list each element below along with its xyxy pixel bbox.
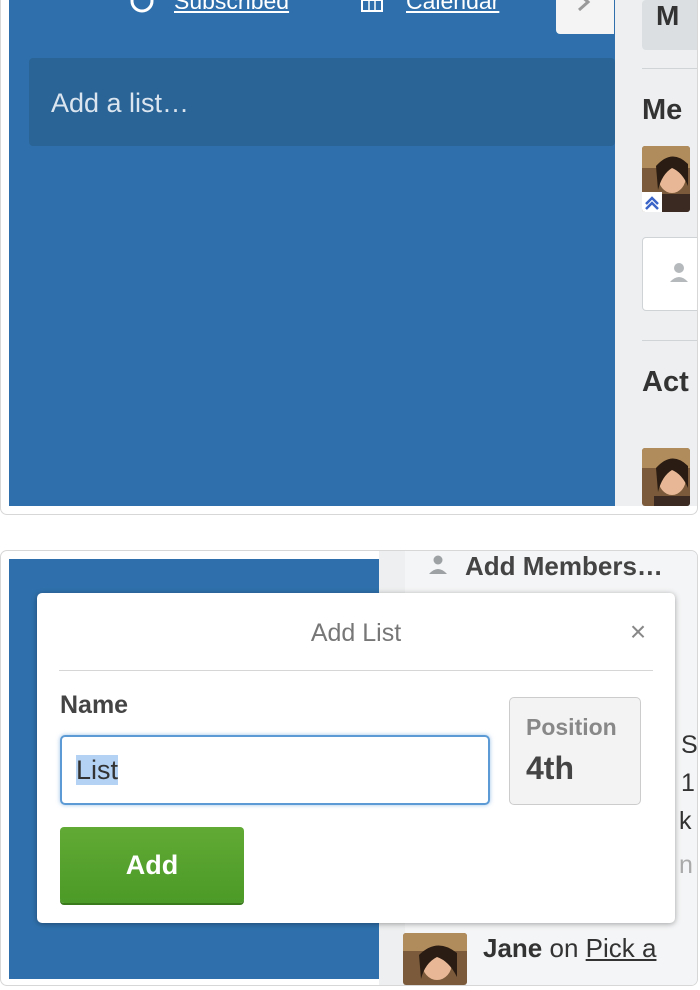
sidebar-peek-text: n (679, 851, 693, 879)
position-label: Position (526, 714, 617, 740)
activity-heading: Act (642, 366, 689, 398)
add-list-button[interactable]: Add (60, 827, 244, 903)
avatar-photo (642, 146, 690, 212)
avatar-photo (642, 448, 690, 506)
members-heading: Me (642, 94, 683, 126)
activity-card-link[interactable]: Pick a (586, 933, 657, 963)
chevron-right-icon[interactable] (576, 0, 592, 14)
board-screenshot-top: Subscribed Calendar Add a list… M Me Act (0, 0, 698, 515)
subscribed-link[interactable]: Subscribed (174, 0, 289, 15)
activity-avatar[interactable] (642, 448, 690, 506)
board-canvas: Subscribed Calendar Add a list… (9, 0, 615, 506)
divider (642, 68, 697, 69)
board-screenshot-bottom: Add Members… S 1 k n Jane on Pick a Add … (0, 550, 698, 986)
activity-avatar[interactable] (403, 933, 467, 985)
sidebar-peek-text: S (681, 731, 698, 759)
person-icon (429, 555, 447, 574)
divider (59, 670, 653, 671)
position-select[interactable]: Position 4th (509, 697, 641, 805)
sidebar-peek-link[interactable]: k (679, 807, 692, 836)
add-list-placeholder[interactable]: Add a list… (29, 58, 615, 146)
member-avatar[interactable] (642, 146, 690, 212)
add-members-button[interactable]: Add Members… (465, 551, 663, 582)
calendar-link[interactable]: Calendar (406, 0, 499, 15)
close-icon[interactable]: × (623, 617, 653, 647)
activity-entry: Jane on Pick a (483, 933, 656, 964)
selected-text: List (76, 755, 119, 785)
eye-icon (130, 0, 154, 13)
menu-button[interactable]: M (642, 0, 697, 50)
dialog-title: Add List (310, 619, 402, 647)
add-member-field[interactable] (642, 237, 697, 311)
divider (642, 340, 697, 341)
avatar-photo (403, 933, 467, 985)
calendar-icon (361, 0, 383, 12)
name-label: Name (60, 691, 129, 719)
add-list-dialog: Add List × Name List Position 4th Add (37, 593, 675, 923)
menu-button-label: M (656, 0, 680, 31)
activity-user[interactable]: Jane (483, 933, 542, 963)
position-value: 4th (526, 750, 574, 786)
sidebar-peek-text: 1 (681, 769, 695, 797)
person-icon (670, 263, 688, 282)
list-name-input[interactable]: List (60, 735, 490, 805)
activity-connector: on (549, 933, 579, 963)
